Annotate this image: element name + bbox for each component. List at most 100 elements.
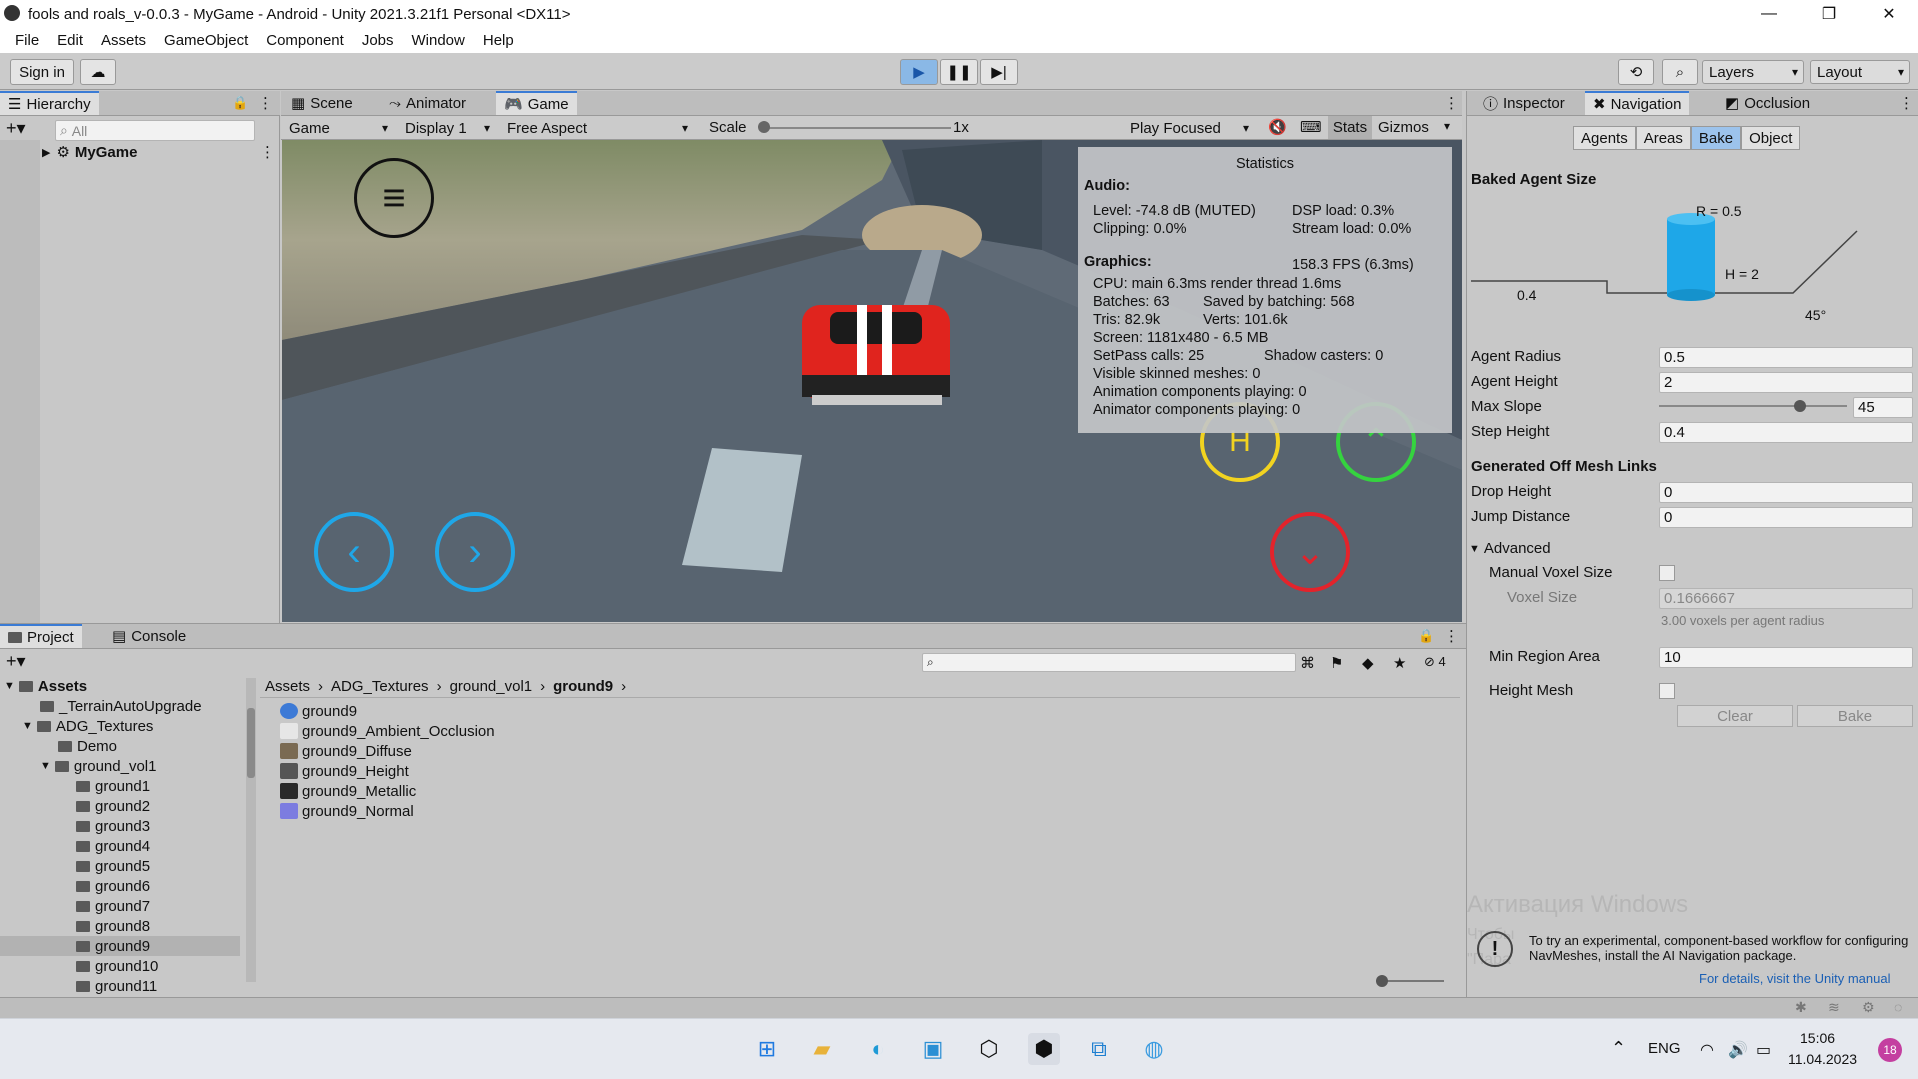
manual-voxel-checkbox[interactable] [1659, 565, 1675, 581]
breadcrumb-ground9[interactable]: ground9 [553, 678, 613, 695]
aspect-dropdown[interactable]: Free Aspect [501, 116, 693, 140]
search-filter-icon[interactable]: ⌘ [1300, 654, 1315, 672]
tree-item-demo[interactable]: Demo [58, 736, 117, 756]
clock-date[interactable]: 11.04.2023 [1788, 1051, 1857, 1067]
subtab-object[interactable]: Object [1741, 126, 1801, 150]
volume-icon[interactable]: 🔊 [1728, 1040, 1748, 1060]
clear-button[interactable]: Clear [1677, 705, 1793, 727]
max-slope-handle[interactable] [1794, 400, 1806, 412]
menu-assets[interactable]: Assets [101, 32, 146, 49]
scene-item-mygame[interactable]: ▶ ⚙ MyGame [42, 142, 137, 162]
menu-jobs[interactable]: Jobs [362, 32, 394, 49]
max-slope-slider[interactable] [1659, 405, 1847, 407]
browser-icon[interactable]: ◍ [1138, 1033, 1170, 1065]
tree-item-ground10[interactable]: ground10 [76, 956, 158, 976]
advanced-foldout[interactable]: ▼ Advanced [1469, 540, 1551, 557]
menu-help[interactable]: Help [483, 32, 514, 49]
filter-type-icon[interactable]: ⚑ [1330, 654, 1343, 672]
mute-icon[interactable]: 🔇 [1268, 118, 1287, 136]
menu-component[interactable]: Component [266, 32, 344, 49]
menu-gameobject[interactable]: GameObject [164, 32, 248, 49]
settings-icon[interactable]: ⚙ [1862, 999, 1875, 1016]
layers-dropdown[interactable]: Layers [1702, 60, 1804, 84]
unity-editor-icon[interactable]: ⬢ [1028, 1033, 1060, 1065]
asset-normal[interactable]: ground9_Normal [280, 801, 414, 821]
language-indicator[interactable]: ENG [1648, 1040, 1681, 1057]
clock-time[interactable]: 15:06 [1800, 1030, 1835, 1046]
tree-item-ground8[interactable]: ground8 [76, 916, 150, 936]
play-button[interactable]: ▶ [900, 59, 938, 85]
stack-icon[interactable]: ≋ [1828, 999, 1840, 1016]
tree-item-ground7[interactable]: ground7 [76, 896, 150, 916]
vscode-icon[interactable]: ⧉ [1083, 1033, 1115, 1065]
project-search-input[interactable]: ⌕ [922, 653, 1296, 672]
steer-left-button[interactable]: ‹ [314, 512, 394, 592]
tree-item-ground2[interactable]: ground2 [76, 796, 150, 816]
jump-distance-field[interactable]: 0 [1659, 507, 1913, 528]
hierarchy-search-input[interactable]: ⌕ All [55, 120, 255, 141]
tab-project[interactable]: Project [0, 624, 82, 648]
wifi-icon[interactable]: ◠ [1700, 1040, 1714, 1060]
tree-item-ground-vol1[interactable]: ▼ ground_vol1 [40, 756, 156, 776]
play-focused-dropdown[interactable]: Play Focused [1124, 116, 1254, 140]
asset-height[interactable]: ground9_Height [280, 761, 409, 781]
store-icon[interactable]: ▣ [917, 1033, 949, 1065]
tab-inspector[interactable]: ⓘ Inspector [1475, 91, 1573, 115]
tree-item-ground3[interactable]: ground3 [76, 816, 150, 836]
label-icon[interactable]: ◆ [1362, 654, 1374, 672]
layout-dropdown[interactable]: Layout [1810, 60, 1910, 84]
menu-edit[interactable]: Edit [57, 32, 83, 49]
stats-toggle[interactable]: Stats [1328, 116, 1372, 139]
keyboard-icon[interactable]: ⌨ [1300, 118, 1322, 136]
tree-item-ground1[interactable]: ground1 [76, 776, 150, 796]
max-slope-field[interactable]: 45 [1853, 397, 1913, 418]
display-dropdown[interactable]: Display 1 [399, 116, 495, 140]
subtab-areas[interactable]: Areas [1635, 126, 1691, 150]
battery-icon[interactable]: ▭ [1756, 1040, 1771, 1060]
tab-scene[interactable]: ▦ Scene [283, 91, 361, 115]
tree-item-terrain[interactable]: _TerrainAutoUpgrade [40, 696, 202, 716]
tab-occlusion[interactable]: ◩ Occlusion [1717, 91, 1818, 115]
minimize-icon[interactable]: — [1740, 0, 1798, 28]
subtab-agents[interactable]: Agents [1573, 126, 1636, 150]
tab-navigation[interactable]: ✖ Navigation [1585, 91, 1690, 115]
unity-manual-link[interactable]: For details, visit the Unity manual [1699, 971, 1890, 986]
chevron-up-icon[interactable]: ⌃ [1611, 1038, 1626, 1059]
breadcrumb-adg-textures[interactable]: ADG_Textures [331, 678, 429, 695]
start-icon[interactable]: ⊞ [751, 1033, 783, 1065]
project-more-icon[interactable]: ⋮ [1444, 627, 1459, 645]
drop-height-field[interactable]: 0 [1659, 482, 1913, 503]
step-height-field[interactable]: 0.4 [1659, 422, 1913, 443]
breadcrumb-ground-vol1[interactable]: ground_vol1 [450, 678, 533, 695]
tab-game[interactable]: 🎮 Game [496, 91, 577, 115]
asset-ambient-occlusion[interactable]: ground9_Ambient_Occlusion [280, 721, 495, 741]
asset-diffuse[interactable]: ground9_Diffuse [280, 741, 412, 761]
asset-metallic[interactable]: ground9_Metallic [280, 781, 416, 801]
history-icon[interactable]: ⟲ [1618, 59, 1654, 85]
more-icon[interactable]: ⋮ [258, 94, 273, 112]
step-button[interactable]: ▶| [980, 59, 1018, 85]
notification-badge[interactable]: 18 [1878, 1038, 1902, 1062]
cloud-icon[interactable]: ☁ [80, 59, 116, 85]
project-lock-icon[interactable]: 🔒 [1418, 628, 1434, 644]
menu-file[interactable]: File [15, 32, 39, 49]
game-more-icon[interactable]: ⋮ [1444, 94, 1459, 112]
asset-material[interactable]: ground9 [280, 701, 357, 721]
scene-more-icon[interactable]: ⋮ [260, 143, 275, 161]
inspector-more-icon[interactable]: ⋮ [1899, 94, 1914, 112]
menu-window[interactable]: Window [412, 32, 465, 49]
subtab-bake[interactable]: Bake [1690, 126, 1742, 150]
pause-button[interactable]: ❚❚ [940, 59, 978, 85]
edge-icon[interactable]: ◐ [862, 1033, 894, 1065]
tree-item-ground5[interactable]: ground5 [76, 856, 150, 876]
hamburger-menu-icon[interactable]: ≡ [354, 158, 434, 238]
bake-button[interactable]: Bake [1797, 705, 1913, 727]
agent-radius-field[interactable]: 0.5 [1659, 347, 1913, 368]
unity-hub-icon[interactable]: ⬡ [973, 1033, 1005, 1065]
progress-icon[interactable]: ◌ [1894, 999, 1902, 1015]
scale-slider[interactable] [759, 127, 951, 129]
chevron-right-icon[interactable]: ▶ [42, 146, 50, 159]
project-add-icon[interactable]: +▾ [6, 651, 26, 672]
tree-scrollbar-thumb[interactable] [247, 708, 255, 778]
agent-height-field[interactable]: 2 [1659, 372, 1913, 393]
